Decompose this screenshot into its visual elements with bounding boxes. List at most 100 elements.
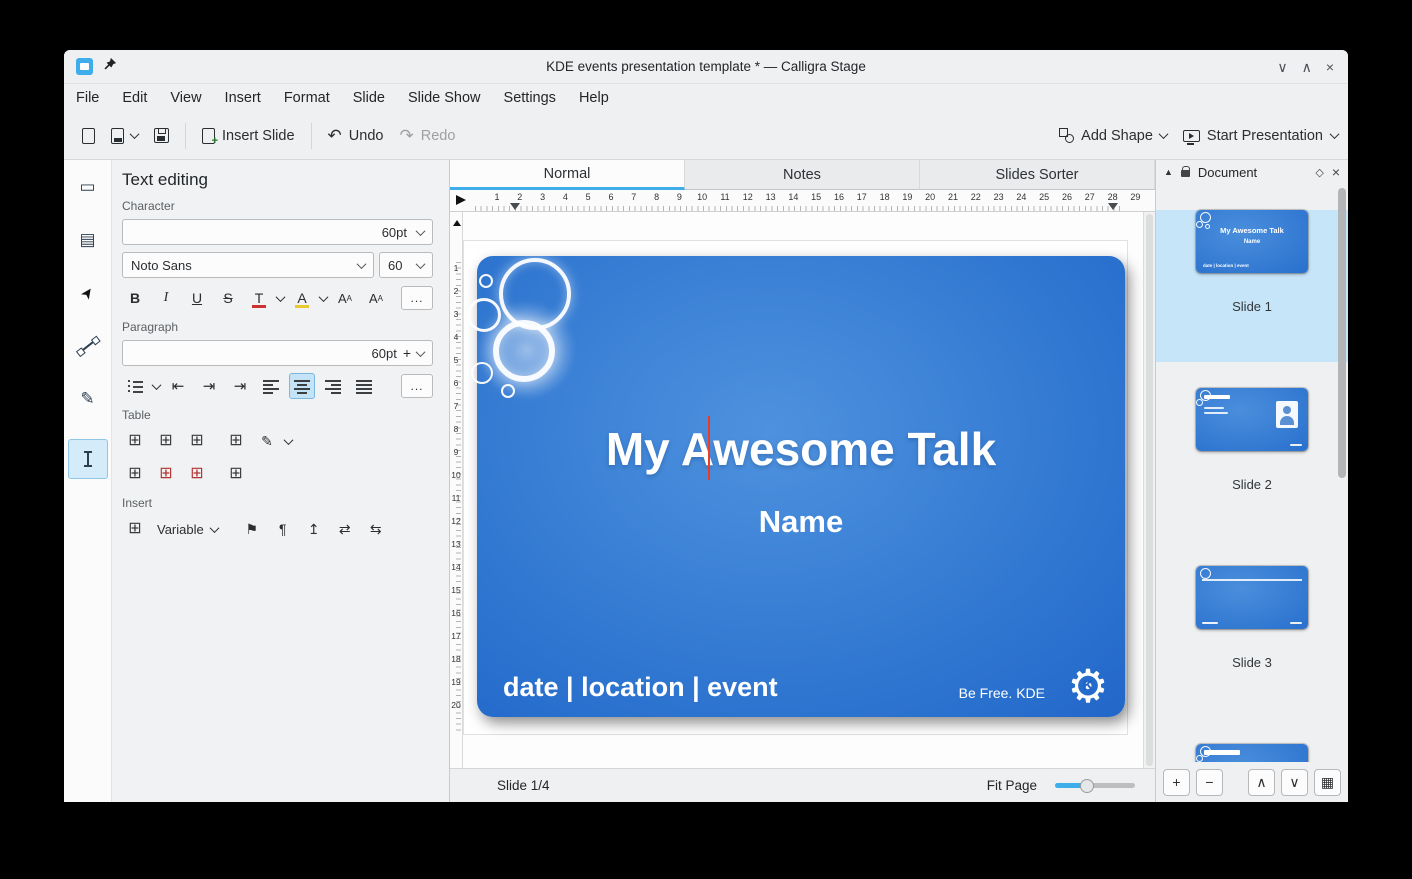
view-mode-button[interactable]: ▦ bbox=[1314, 769, 1341, 796]
slide-thumbnail[interactable] bbox=[1196, 566, 1308, 629]
tool-shapes[interactable]: ▭ bbox=[68, 174, 108, 200]
tool-path[interactable]: ✎ bbox=[68, 386, 108, 412]
character-more-options-button[interactable]: ... bbox=[401, 286, 433, 310]
insert-bookmark-button[interactable]: ⚑ bbox=[239, 516, 265, 542]
delete-column-button[interactable]: ⊞ bbox=[184, 461, 210, 487]
vertical-ruler[interactable]: 1234567891011121314151617181920 bbox=[450, 212, 463, 768]
change-direction-button[interactable]: ⇄ bbox=[332, 516, 358, 542]
text-color-button[interactable]: T bbox=[246, 285, 272, 311]
menu-item-view[interactable]: View bbox=[170, 90, 201, 106]
zoom-slider[interactable] bbox=[1055, 783, 1135, 788]
slide-thumbnail-item[interactable]: Slide 4 bbox=[1156, 744, 1348, 762]
stepper-plus-icon[interactable]: + bbox=[403, 345, 411, 361]
open-document-button[interactable] bbox=[103, 122, 146, 150]
save-button[interactable] bbox=[146, 122, 177, 149]
delete-row-button[interactable]: ⊞ bbox=[153, 461, 179, 487]
insert-section-button[interactable]: ¶ bbox=[270, 516, 296, 542]
tab-normal[interactable]: Normal bbox=[450, 160, 685, 190]
tab-notes[interactable]: Notes bbox=[685, 160, 920, 190]
remove-slide-button[interactable]: − bbox=[1196, 769, 1223, 796]
special-character-button[interactable]: ⇆ bbox=[363, 516, 389, 542]
toolbar-overflow-icon[interactable] bbox=[1330, 129, 1340, 139]
insert-column-left-button[interactable]: ⊞ bbox=[184, 428, 210, 454]
tool-select[interactable]: ➤ bbox=[68, 280, 108, 306]
chevron-down-icon[interactable] bbox=[319, 292, 329, 302]
align-left-button[interactable] bbox=[258, 373, 284, 399]
canvas-vertical-scrollbar[interactable] bbox=[1143, 212, 1155, 768]
menu-item-insert[interactable]: Insert bbox=[225, 90, 261, 106]
dock-up-icon[interactable]: ▲ bbox=[1164, 167, 1173, 177]
slide-thumbnail-item[interactable]: My Awesome TalkNamedate | location | eve… bbox=[1156, 210, 1348, 362]
indent-marker[interactable] bbox=[510, 203, 520, 210]
float-docker-icon[interactable]: ◇ bbox=[1315, 166, 1323, 179]
undo-button[interactable]: ↶ Undo bbox=[320, 121, 392, 150]
slide-canvas[interactable]: 1234567891011121314151617181920 My Aweso… bbox=[450, 212, 1155, 768]
menu-item-help[interactable]: Help bbox=[579, 90, 609, 106]
increase-indent-button[interactable]: ⇥ bbox=[196, 373, 222, 399]
align-right-button[interactable] bbox=[320, 373, 346, 399]
font-size-combobox[interactable]: 60 bbox=[379, 252, 433, 278]
chevron-down-icon[interactable] bbox=[276, 292, 286, 302]
insert-table-button[interactable]: ⊞ bbox=[223, 428, 249, 454]
menu-item-slide-show[interactable]: Slide Show bbox=[408, 90, 481, 106]
tool-text[interactable] bbox=[68, 439, 108, 479]
first-line-indent-button[interactable]: ⇥ bbox=[227, 373, 253, 399]
scrollbar-thumb[interactable] bbox=[1338, 188, 1346, 478]
new-document-button[interactable] bbox=[74, 122, 103, 150]
zoom-mode-label[interactable]: Fit Page bbox=[987, 778, 1037, 793]
strikethrough-button[interactable]: S bbox=[215, 285, 241, 311]
add-shape-button[interactable]: Add Shape bbox=[1051, 122, 1175, 150]
redo-button[interactable]: ↷ Redo bbox=[391, 121, 463, 150]
highlight-color-button[interactable]: A bbox=[289, 285, 315, 311]
move-slide-up-button[interactable]: ∧ bbox=[1248, 769, 1275, 796]
tool-pages[interactable]: ▤ bbox=[68, 227, 108, 253]
move-slide-down-button[interactable]: ∨ bbox=[1281, 769, 1308, 796]
scrollbar-thumb[interactable] bbox=[1146, 214, 1153, 766]
slide-thumbnail[interactable] bbox=[1196, 388, 1308, 451]
menu-item-format[interactable]: Format bbox=[284, 90, 330, 106]
title-bar[interactable]: KDE events presentation template * — Cal… bbox=[64, 50, 1348, 84]
paragraph-more-options-button[interactable]: ... bbox=[401, 374, 433, 398]
add-slide-button[interactable]: + bbox=[1163, 769, 1190, 796]
maximize-icon[interactable]: ∧ bbox=[1302, 60, 1312, 74]
menu-item-settings[interactable]: Settings bbox=[504, 90, 556, 106]
insert-table-tool-button[interactable]: ⊞ bbox=[122, 516, 148, 542]
insert-row-below-button[interactable]: ⊞ bbox=[153, 428, 179, 454]
insert-slide-button[interactable]: + Insert Slide bbox=[194, 122, 303, 150]
slide-thumbnail-item[interactable]: Slide 2 bbox=[1156, 388, 1348, 540]
slide-thumbnail-item[interactable]: Slide 3 bbox=[1156, 566, 1348, 718]
close-docker-icon[interactable]: × bbox=[1332, 164, 1340, 180]
italic-button[interactable]: I bbox=[153, 285, 179, 311]
insert-text-frame-button[interactable]: ↥ bbox=[301, 516, 327, 542]
split-cells-button[interactable]: ⊞ bbox=[223, 461, 249, 487]
start-presentation-button[interactable]: Start Presentation bbox=[1175, 122, 1331, 150]
list-style-button[interactable] bbox=[122, 373, 148, 399]
slide-footer-text[interactable]: date | location | event bbox=[503, 672, 778, 703]
docker-vertical-scrollbar[interactable] bbox=[1336, 184, 1348, 762]
underline-button[interactable]: U bbox=[184, 285, 210, 311]
character-style-combobox[interactable]: 60pt bbox=[122, 219, 433, 245]
slide-title-text[interactable]: My Awesome Talk bbox=[477, 422, 1125, 476]
minimize-icon[interactable]: ∨ bbox=[1277, 60, 1287, 74]
font-family-combobox[interactable]: Noto Sans bbox=[122, 252, 374, 278]
table-pen-button[interactable]: ✎ bbox=[254, 428, 280, 454]
zoom-slider-handle[interactable] bbox=[1080, 779, 1094, 793]
insert-row-above-button[interactable]: ⊞ bbox=[122, 428, 148, 454]
slide-subtitle-text[interactable]: Name bbox=[477, 504, 1125, 540]
close-icon[interactable]: × bbox=[1326, 60, 1334, 74]
tab-slides-sorter[interactable]: Slides Sorter bbox=[920, 160, 1155, 190]
chevron-down-icon[interactable] bbox=[152, 380, 162, 390]
docker-header[interactable]: ▲ Document ◇ × bbox=[1156, 160, 1348, 184]
paragraph-spacing-combobox[interactable]: 60pt + bbox=[122, 340, 433, 366]
align-center-button[interactable] bbox=[289, 373, 315, 399]
margin-marker[interactable] bbox=[1108, 203, 1118, 210]
horizontal-ruler[interactable]: 1234567891011121314151617181920212223242… bbox=[450, 190, 1155, 212]
subscript-button[interactable]: AA bbox=[363, 285, 389, 311]
align-justify-button[interactable] bbox=[351, 373, 377, 399]
lock-icon[interactable] bbox=[1181, 170, 1190, 177]
menu-item-edit[interactable]: Edit bbox=[122, 90, 147, 106]
chevron-down-icon[interactable] bbox=[284, 435, 294, 445]
slide-thumbnail[interactable]: My Awesome TalkNamedate | location | eve… bbox=[1196, 210, 1308, 273]
slide-editing-area[interactable]: My Awesome Talk Name date | location | e… bbox=[477, 256, 1125, 717]
menu-item-file[interactable]: File bbox=[76, 90, 99, 106]
